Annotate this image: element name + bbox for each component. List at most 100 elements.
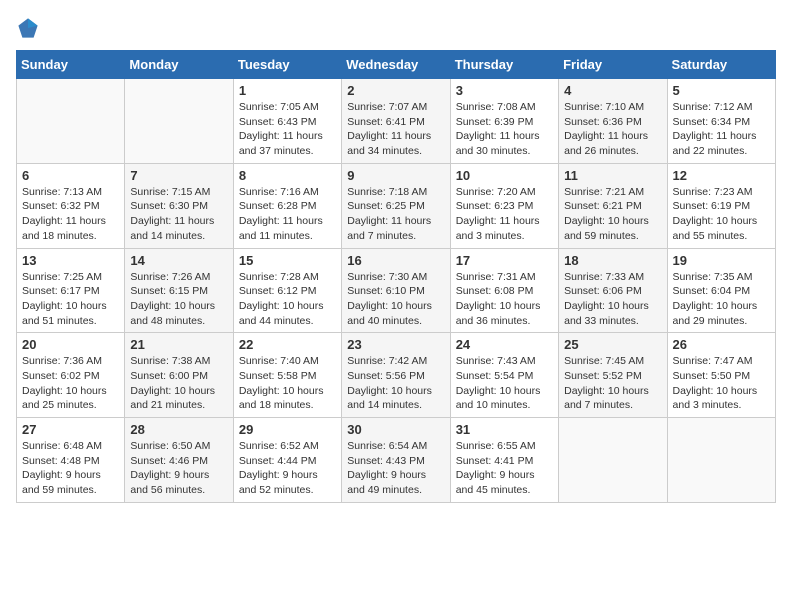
- day-info: Sunrise: 6:54 AM Sunset: 4:43 PM Dayligh…: [347, 439, 444, 498]
- calendar-cell: 11Sunrise: 7:21 AM Sunset: 6:21 PM Dayli…: [559, 163, 667, 248]
- day-number: 15: [239, 253, 336, 268]
- day-info: Sunrise: 7:40 AM Sunset: 5:58 PM Dayligh…: [239, 354, 336, 413]
- day-number: 25: [564, 337, 661, 352]
- day-number: 16: [347, 253, 444, 268]
- calendar-table: SundayMondayTuesdayWednesdayThursdayFrid…: [16, 50, 776, 503]
- week-row-4: 20 Sunrise: 7:36 AM Sunset: 6:02 PM Dayli…: [17, 333, 776, 418]
- day-number: 10: [456, 168, 553, 183]
- day-info: Sunrise: 7:08 AM Sunset: 6:39 PM Dayligh…: [456, 100, 553, 159]
- day-number: 26: [673, 337, 770, 352]
- day-info: Sunrise: 7:36 AM Sunset: 6:02 PM Dayligh…: [22, 354, 119, 413]
- day-info: Sunrise: 7:47 AM Sunset: 5:50 PM Dayligh…: [673, 354, 770, 413]
- day-number: 2: [347, 83, 444, 98]
- logo-icon: [16, 16, 40, 40]
- header: [16, 16, 776, 40]
- day-info: Sunrise: 7:30 AM Sunset: 6:10 PM Dayligh…: [347, 270, 444, 329]
- calendar-cell: 15 Sunrise: 7:28 AM Sunset: 6:12 PM Dayli…: [233, 248, 341, 333]
- day-info: Sunrise: 7:21 AM Sunset: 6:21 PM Dayligh…: [564, 185, 661, 244]
- day-number: 1: [239, 83, 336, 98]
- day-info: Sunrise: 7:16 AM Sunset: 6:28 PM Dayligh…: [239, 185, 336, 244]
- day-header-friday: Friday: [559, 51, 667, 79]
- day-info: Sunrise: 6:50 AM Sunset: 4:46 PM Dayligh…: [130, 439, 227, 498]
- logo: [16, 16, 44, 40]
- calendar-cell: [559, 418, 667, 503]
- calendar-cell: 9Sunrise: 7:18 AM Sunset: 6:25 PM Daylig…: [342, 163, 450, 248]
- calendar-cell: [17, 79, 125, 164]
- day-info: Sunrise: 7:35 AM Sunset: 6:04 PM Dayligh…: [673, 270, 770, 329]
- week-row-1: 1Sunrise: 7:05 AM Sunset: 6:43 PM Daylig…: [17, 79, 776, 164]
- day-number: 27: [22, 422, 119, 437]
- day-header-monday: Monday: [125, 51, 233, 79]
- calendar-cell: 29 Sunrise: 6:52 AM Sunset: 4:44 PM Dayli…: [233, 418, 341, 503]
- calendar-cell: 21Sunrise: 7:38 AM Sunset: 6:00 PM Dayli…: [125, 333, 233, 418]
- day-number: 6: [22, 168, 119, 183]
- day-number: 9: [347, 168, 444, 183]
- day-info: Sunrise: 7:26 AM Sunset: 6:15 PM Dayligh…: [130, 270, 227, 329]
- calendar-cell: [667, 418, 775, 503]
- day-info: Sunrise: 7:23 AM Sunset: 6:19 PM Dayligh…: [673, 185, 770, 244]
- calendar-cell: 16 Sunrise: 7:30 AM Sunset: 6:10 PM Dayli…: [342, 248, 450, 333]
- day-number: 5: [673, 83, 770, 98]
- calendar-cell: 24 Sunrise: 7:43 AM Sunset: 5:54 PM Dayli…: [450, 333, 558, 418]
- calendar-cell: 14 Sunrise: 7:26 AM Sunset: 6:15 PM Dayli…: [125, 248, 233, 333]
- calendar-cell: 8 Sunrise: 7:16 AM Sunset: 6:28 PM Daylig…: [233, 163, 341, 248]
- calendar-cell: 31Sunrise: 6:55 AM Sunset: 4:41 PM Dayli…: [450, 418, 558, 503]
- day-info: Sunrise: 7:28 AM Sunset: 6:12 PM Dayligh…: [239, 270, 336, 329]
- day-number: 31: [456, 422, 553, 437]
- day-number: 20: [22, 337, 119, 352]
- day-info: Sunrise: 7:42 AM Sunset: 5:56 PM Dayligh…: [347, 354, 444, 413]
- calendar-cell: 2 Sunrise: 7:07 AM Sunset: 6:41 PM Daylig…: [342, 79, 450, 164]
- calendar-cell: 28 Sunrise: 6:50 AM Sunset: 4:46 PM Dayli…: [125, 418, 233, 503]
- day-number: 12: [673, 168, 770, 183]
- calendar-cell: 23 Sunrise: 7:42 AM Sunset: 5:56 PM Dayli…: [342, 333, 450, 418]
- calendar-cell: 12 Sunrise: 7:23 AM Sunset: 6:19 PM Dayli…: [667, 163, 775, 248]
- day-number: 22: [239, 337, 336, 352]
- day-info: Sunrise: 6:48 AM Sunset: 4:48 PM Dayligh…: [22, 439, 119, 498]
- day-info: Sunrise: 7:45 AM Sunset: 5:52 PM Dayligh…: [564, 354, 661, 413]
- calendar-cell: 1Sunrise: 7:05 AM Sunset: 6:43 PM Daylig…: [233, 79, 341, 164]
- calendar-cell: 25 Sunrise: 7:45 AM Sunset: 5:52 PM Dayli…: [559, 333, 667, 418]
- day-number: 29: [239, 422, 336, 437]
- calendar-cell: [125, 79, 233, 164]
- day-number: 28: [130, 422, 227, 437]
- week-row-2: 6Sunrise: 7:13 AM Sunset: 6:32 PM Daylig…: [17, 163, 776, 248]
- day-number: 18: [564, 253, 661, 268]
- calendar-cell: 6Sunrise: 7:13 AM Sunset: 6:32 PM Daylig…: [17, 163, 125, 248]
- calendar-cell: 5Sunrise: 7:12 AM Sunset: 6:34 PM Daylig…: [667, 79, 775, 164]
- calendar-cell: 17Sunrise: 7:31 AM Sunset: 6:08 PM Dayli…: [450, 248, 558, 333]
- calendar-cell: 30 Sunrise: 6:54 AM Sunset: 4:43 PM Dayli…: [342, 418, 450, 503]
- day-info: Sunrise: 7:43 AM Sunset: 5:54 PM Dayligh…: [456, 354, 553, 413]
- day-header-thursday: Thursday: [450, 51, 558, 79]
- week-row-3: 13 Sunrise: 7:25 AM Sunset: 6:17 PM Dayli…: [17, 248, 776, 333]
- day-header-tuesday: Tuesday: [233, 51, 341, 79]
- day-info: Sunrise: 7:10 AM Sunset: 6:36 PM Dayligh…: [564, 100, 661, 159]
- day-number: 14: [130, 253, 227, 268]
- calendar-cell: 10 Sunrise: 7:20 AM Sunset: 6:23 PM Dayli…: [450, 163, 558, 248]
- day-info: Sunrise: 6:52 AM Sunset: 4:44 PM Dayligh…: [239, 439, 336, 498]
- day-number: 19: [673, 253, 770, 268]
- calendar-cell: 22 Sunrise: 7:40 AM Sunset: 5:58 PM Dayli…: [233, 333, 341, 418]
- day-number: 23: [347, 337, 444, 352]
- day-header-saturday: Saturday: [667, 51, 775, 79]
- day-number: 17: [456, 253, 553, 268]
- calendar-cell: 26 Sunrise: 7:47 AM Sunset: 5:50 PM Dayli…: [667, 333, 775, 418]
- calendar-cell: 19 Sunrise: 7:35 AM Sunset: 6:04 PM Dayli…: [667, 248, 775, 333]
- days-header-row: SundayMondayTuesdayWednesdayThursdayFrid…: [17, 51, 776, 79]
- day-number: 30: [347, 422, 444, 437]
- day-number: 8: [239, 168, 336, 183]
- day-info: Sunrise: 7:20 AM Sunset: 6:23 PM Dayligh…: [456, 185, 553, 244]
- calendar-cell: 27 Sunrise: 6:48 AM Sunset: 4:48 PM Dayli…: [17, 418, 125, 503]
- day-info: Sunrise: 7:15 AM Sunset: 6:30 PM Dayligh…: [130, 185, 227, 244]
- week-row-5: 27 Sunrise: 6:48 AM Sunset: 4:48 PM Dayli…: [17, 418, 776, 503]
- day-number: 24: [456, 337, 553, 352]
- day-info: Sunrise: 7:25 AM Sunset: 6:17 PM Dayligh…: [22, 270, 119, 329]
- calendar-cell: 18Sunrise: 7:33 AM Sunset: 6:06 PM Dayli…: [559, 248, 667, 333]
- day-number: 4: [564, 83, 661, 98]
- calendar-cell: 3 Sunrise: 7:08 AM Sunset: 6:39 PM Daylig…: [450, 79, 558, 164]
- day-number: 3: [456, 83, 553, 98]
- calendar-cell: 7 Sunrise: 7:15 AM Sunset: 6:30 PM Daylig…: [125, 163, 233, 248]
- calendar-cell: 13 Sunrise: 7:25 AM Sunset: 6:17 PM Dayli…: [17, 248, 125, 333]
- day-number: 7: [130, 168, 227, 183]
- day-info: Sunrise: 7:07 AM Sunset: 6:41 PM Dayligh…: [347, 100, 444, 159]
- day-number: 13: [22, 253, 119, 268]
